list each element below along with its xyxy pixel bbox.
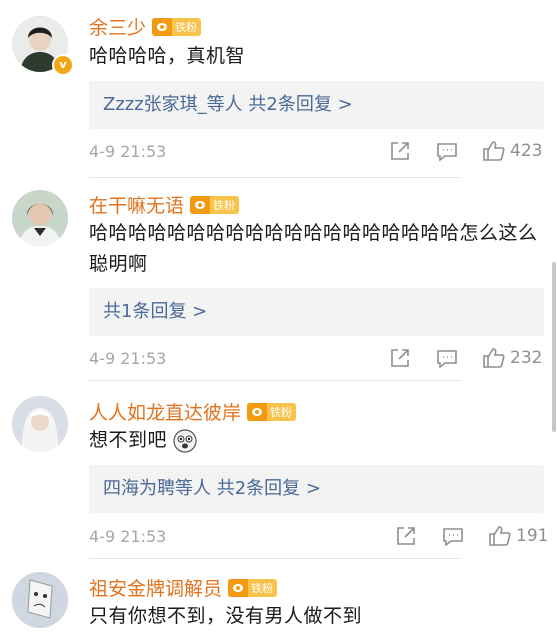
avatar[interactable] [12, 396, 68, 452]
comment-button[interactable] [436, 140, 458, 162]
share-icon [391, 349, 409, 367]
divider [89, 558, 461, 559]
comment-text: 哈哈哈哈哈哈哈哈哈哈哈哈哈哈哈哈哈哈哈怎么这么聪明啊 [89, 222, 538, 275]
comment-text: 哈哈哈哈，真机智 [89, 45, 246, 67]
like-button[interactable]: 232 [482, 346, 542, 370]
fan-badge-label: 铁粉 [270, 405, 293, 419]
comment-button[interactable] [436, 347, 458, 369]
like-button[interactable]: 191 [488, 524, 548, 548]
comment-icon [443, 528, 463, 547]
username[interactable]: 人人如龙直达彼岸 铁粉 [89, 398, 297, 425]
username-label[interactable]: 在干嘛无语 [89, 191, 184, 218]
verified-badge: v [52, 54, 74, 76]
replies-link[interactable]: 共1条回复 > [89, 288, 544, 336]
scrollbar[interactable] [552, 262, 556, 432]
fan-badge: 铁粉 [247, 402, 297, 421]
fan-badge: 铁粉 [152, 17, 202, 36]
emoji-icon [173, 428, 197, 453]
fan-badge-label: 铁粉 [175, 20, 198, 34]
fan-eye-icon [228, 578, 249, 597]
like-count: 191 [516, 526, 549, 546]
like-icon [483, 141, 505, 161]
share-button[interactable] [389, 140, 411, 162]
share-icon [397, 527, 415, 545]
fan-badge: 铁粉 [190, 195, 240, 214]
like-count: 232 [510, 348, 543, 368]
username-label[interactable]: 人人如龙直达彼岸 [89, 398, 241, 425]
fan-eye-icon [152, 17, 173, 36]
timestamp: 4-9 21:53 [89, 349, 167, 368]
comment-text-label: 想不到吧 [89, 429, 168, 451]
like-icon [483, 348, 505, 368]
like-icon [489, 526, 511, 546]
replies-link[interactable]: 四海为聘等人 共2条回复 > [89, 465, 544, 513]
share-button[interactable] [389, 347, 411, 369]
comment-text: 想不到吧 [89, 425, 539, 456]
replies-link[interactable]: Zzzz张家琪_等人 共2条回复 > [89, 81, 544, 129]
divider [89, 380, 461, 381]
comment-text: 只有你想不到，没有男人做不到 [89, 605, 363, 627]
divider [89, 177, 461, 178]
username[interactable]: 在干嘛无语 铁粉 [89, 191, 240, 218]
username[interactable]: 余三少 铁粉 [89, 13, 202, 40]
share-icon [391, 142, 409, 160]
username-label[interactable]: 祖安金牌调解员 [89, 574, 222, 601]
share-button[interactable] [395, 525, 417, 547]
fan-badge-label: 铁粉 [251, 581, 274, 595]
comment-icon [437, 350, 457, 369]
username-label[interactable]: 余三少 [89, 13, 146, 40]
avatar[interactable] [12, 190, 68, 246]
timestamp: 4-9 21:53 [89, 142, 167, 161]
username[interactable]: 祖安金牌调解员 铁粉 [89, 574, 278, 601]
fan-eye-icon [190, 195, 211, 214]
like-button[interactable]: 423 [482, 139, 542, 163]
timestamp: 4-9 21:53 [89, 527, 167, 546]
fan-eye-icon [247, 402, 268, 421]
comment-icon [437, 143, 457, 162]
fan-badge: 铁粉 [228, 578, 278, 597]
fan-badge-label: 铁粉 [213, 198, 236, 212]
comment-button[interactable] [442, 525, 464, 547]
avatar[interactable] [12, 572, 68, 628]
like-count: 423 [510, 141, 543, 161]
